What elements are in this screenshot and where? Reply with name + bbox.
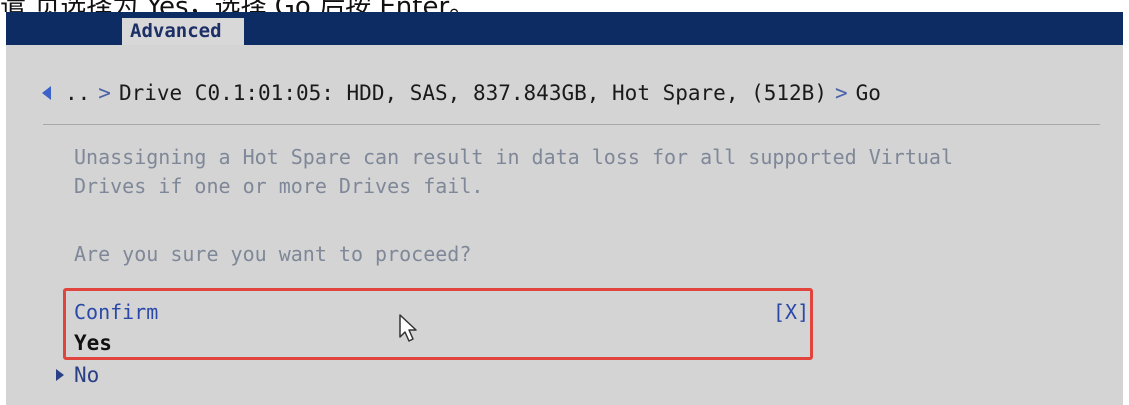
bios-setup-screen: 遣 页选择为 Yes，选择 Go 后按 Enter。 Advanced .. >… xyxy=(0,0,1129,405)
caption-fragment: 遣 页选择为 Yes，选择 Go 后按 Enter。 xyxy=(0,0,1129,12)
tab-advanced[interactable]: Advanced xyxy=(122,18,244,45)
option-yes[interactable]: Yes xyxy=(74,331,112,355)
confirm-highlight-box xyxy=(63,288,813,360)
confirm-checkbox[interactable]: [X] xyxy=(773,300,809,324)
option-no-row[interactable]: No xyxy=(56,362,99,388)
proceed-question: Are you sure you want to proceed? xyxy=(74,242,472,266)
mouse-pointer-icon xyxy=(399,314,417,342)
selection-arrow-icon xyxy=(56,369,64,381)
option-no[interactable]: No xyxy=(74,363,99,387)
divider xyxy=(43,124,1100,125)
breadcrumb-current-drive: Drive C0.1:01:05: HDD, SAS, 837.843GB, H… xyxy=(118,81,827,105)
breadcrumb-separator: > xyxy=(834,81,848,105)
warning-text-line-2: Drives if one or more Drives fail. xyxy=(74,174,484,198)
breadcrumb-go[interactable]: Go xyxy=(856,78,881,108)
breadcrumb-separator: > xyxy=(98,81,111,105)
back-arrow-icon[interactable] xyxy=(42,86,51,100)
breadcrumb: .. > Drive C0.1:01:05: HDD, SAS, 837.843… xyxy=(42,78,881,108)
breadcrumb-parent[interactable]: .. xyxy=(65,78,90,108)
confirm-label[interactable]: Confirm xyxy=(74,300,158,324)
warning-text-line-1: Unassigning a Hot Spare can result in da… xyxy=(74,145,953,169)
